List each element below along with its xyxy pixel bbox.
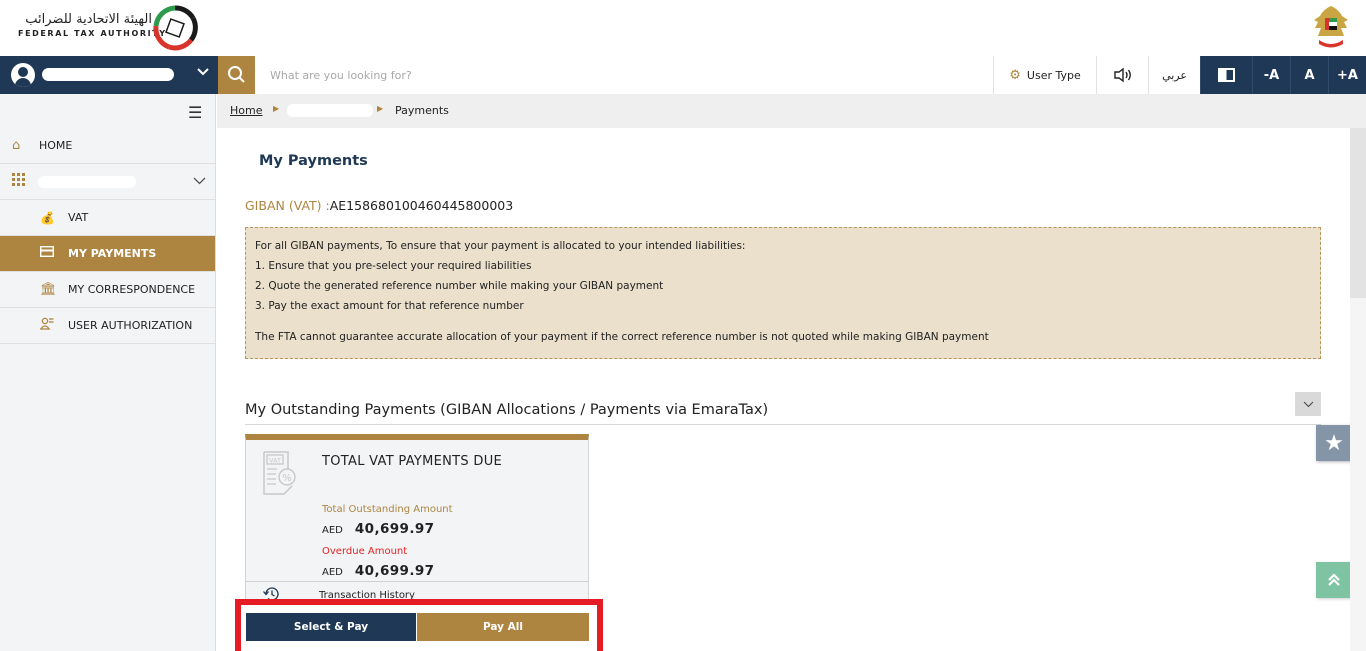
logo-english-text: FEDERAL TAX AUTHORITY bbox=[18, 29, 167, 38]
bank-icon: 🏛 bbox=[40, 282, 57, 297]
user-list-icon bbox=[39, 317, 54, 334]
sidebar-item-label: MY PAYMENTS bbox=[68, 247, 157, 260]
pay-all-button[interactable]: Pay All bbox=[417, 613, 589, 641]
sidebar-item-label: HOME bbox=[39, 139, 73, 152]
back-to-top-button[interactable] bbox=[1316, 562, 1352, 598]
favorite-button[interactable]: ★ bbox=[1316, 425, 1352, 461]
chevron-down-icon[interactable] bbox=[193, 174, 206, 189]
payment-card-icon bbox=[39, 245, 55, 261]
sidebar-item-taxes[interactable]: [redacted] bbox=[0, 164, 215, 200]
sidebar-item-label: USER AUTHORIZATION bbox=[68, 319, 193, 332]
contrast-icon bbox=[1218, 68, 1235, 82]
overdue-amount-value: 40,699.97 bbox=[354, 563, 435, 579]
vat-document-icon: VAT % bbox=[263, 451, 296, 495]
font-increase-button[interactable]: +A bbox=[1328, 56, 1366, 94]
user-type-label: User Type bbox=[1026, 68, 1081, 82]
notice-intro: For all GIBAN payments, To ensure that y… bbox=[255, 240, 746, 252]
sidebar-item-label: MY CORRESPONDENCE bbox=[68, 283, 196, 296]
svg-text:VAT: VAT bbox=[269, 457, 281, 465]
sidebar-item-my-payments[interactable]: MY PAYMENTS bbox=[0, 236, 215, 272]
page-scrollbar[interactable] bbox=[1350, 128, 1366, 651]
sidebar-item-my-correspondence[interactable]: 🏛 MY CORRESPONDENCE bbox=[0, 272, 215, 308]
outstanding-amount: AED 40,699.97 bbox=[322, 518, 434, 537]
section-divider bbox=[245, 424, 1321, 425]
grid-icon bbox=[12, 173, 25, 190]
font-decrease-button[interactable]: -A bbox=[1252, 56, 1290, 94]
search-button[interactable] bbox=[218, 56, 255, 94]
currency: AED bbox=[322, 525, 343, 536]
chevron-down-icon bbox=[1303, 401, 1313, 407]
sidebar-item-label: [redacted] bbox=[38, 175, 136, 188]
breadcrumb-home-link[interactable]: Home bbox=[230, 104, 262, 117]
notice-warning: The FTA cannot guarantee accurate alloca… bbox=[255, 331, 989, 343]
overdue-amount-label: Overdue Amount bbox=[322, 546, 408, 557]
select-and-pay-button[interactable]: Select & Pay bbox=[246, 613, 416, 641]
double-chevron-up-icon bbox=[1328, 573, 1340, 586]
breadcrumb: Home ▶ ▶ Payments bbox=[217, 94, 1366, 128]
sidebar-item-user-authorization[interactable]: USER AUTHORIZATION bbox=[0, 308, 215, 344]
breadcrumb-arrow-icon: ▶ bbox=[377, 104, 384, 113]
language-toggle[interactable]: عربي bbox=[1148, 56, 1200, 94]
section-title: My Outstanding Payments (GIBAN Allocatio… bbox=[245, 402, 769, 418]
outstanding-amount-label: Total Outstanding Amount bbox=[322, 504, 453, 515]
outstanding-amount-value: 40,699.97 bbox=[354, 521, 435, 537]
money-bag-icon: 💰 bbox=[40, 210, 55, 225]
sidebar-item-home[interactable]: ⌂ HOME bbox=[0, 128, 215, 164]
top-toolbar: [redacted] ⚙ User Type عربي -A A +A bbox=[0, 56, 1366, 94]
scrollbar-thumb[interactable] bbox=[1350, 128, 1366, 298]
currency: AED bbox=[322, 567, 343, 578]
notice-step: 3. Pay the exact amount for that referen… bbox=[255, 300, 524, 312]
star-icon: ★ bbox=[1324, 430, 1344, 456]
page-title: My Payments bbox=[259, 153, 368, 169]
hamburger-menu-icon[interactable]: ☰ bbox=[188, 103, 202, 122]
home-icon: ⌂ bbox=[12, 138, 21, 153]
giban-info: GIBAN (VAT) :AE158680100460445800003 bbox=[245, 198, 513, 213]
site-header: الهيئة الاتحادية للضرائب FEDERAL TAX AUT… bbox=[0, 0, 1366, 56]
sidebar-item-vat[interactable]: 💰 VAT bbox=[0, 200, 215, 236]
giban-notice: For all GIBAN payments, To ensure that y… bbox=[245, 227, 1321, 359]
sidebar: ☰ ⌂ HOME [redacted] 💰 VAT MY PAYMENTS 🏛 … bbox=[0, 94, 216, 651]
svg-text:%: % bbox=[282, 473, 292, 484]
user-avatar-icon bbox=[11, 63, 35, 87]
notice-step: 2. Quote the generated reference number … bbox=[255, 280, 664, 292]
font-normal-button[interactable]: A bbox=[1290, 56, 1328, 94]
overdue-amount: AED 40,699.97 bbox=[322, 560, 434, 579]
gear-icon: ⚙ bbox=[1009, 67, 1021, 83]
chevron-down-icon[interactable] bbox=[197, 66, 209, 80]
card-divider bbox=[246, 581, 588, 582]
card-title: TOTAL VAT PAYMENTS DUE bbox=[322, 454, 503, 469]
speaker-icon bbox=[1113, 67, 1131, 83]
notice-step: 1. Ensure that you pre-select your requi… bbox=[255, 260, 532, 272]
search-icon bbox=[228, 66, 245, 83]
sidebar-item-label: VAT bbox=[68, 211, 89, 224]
search-input[interactable] bbox=[255, 56, 993, 94]
collapse-section-button[interactable] bbox=[1295, 392, 1321, 416]
text-to-speech-button[interactable] bbox=[1096, 56, 1148, 94]
giban-value: AE158680100460445800003 bbox=[329, 198, 514, 213]
contrast-toggle[interactable] bbox=[1200, 56, 1252, 94]
breadcrumb-arrow-icon: ▶ bbox=[273, 104, 280, 113]
user-type-button[interactable]: ⚙ User Type bbox=[993, 56, 1096, 94]
breadcrumb-current: Payments bbox=[395, 104, 449, 117]
logo-arabic-text: الهيئة الاتحادية للضرائب bbox=[25, 12, 152, 27]
fta-logo-icon[interactable] bbox=[151, 4, 199, 52]
breadcrumb-middle[interactable] bbox=[287, 104, 373, 117]
user-menu[interactable]: [redacted] bbox=[0, 56, 218, 94]
user-name: [redacted] bbox=[42, 68, 174, 81]
uae-emblem-icon bbox=[1314, 6, 1348, 48]
giban-label: GIBAN (VAT) : bbox=[245, 198, 330, 213]
